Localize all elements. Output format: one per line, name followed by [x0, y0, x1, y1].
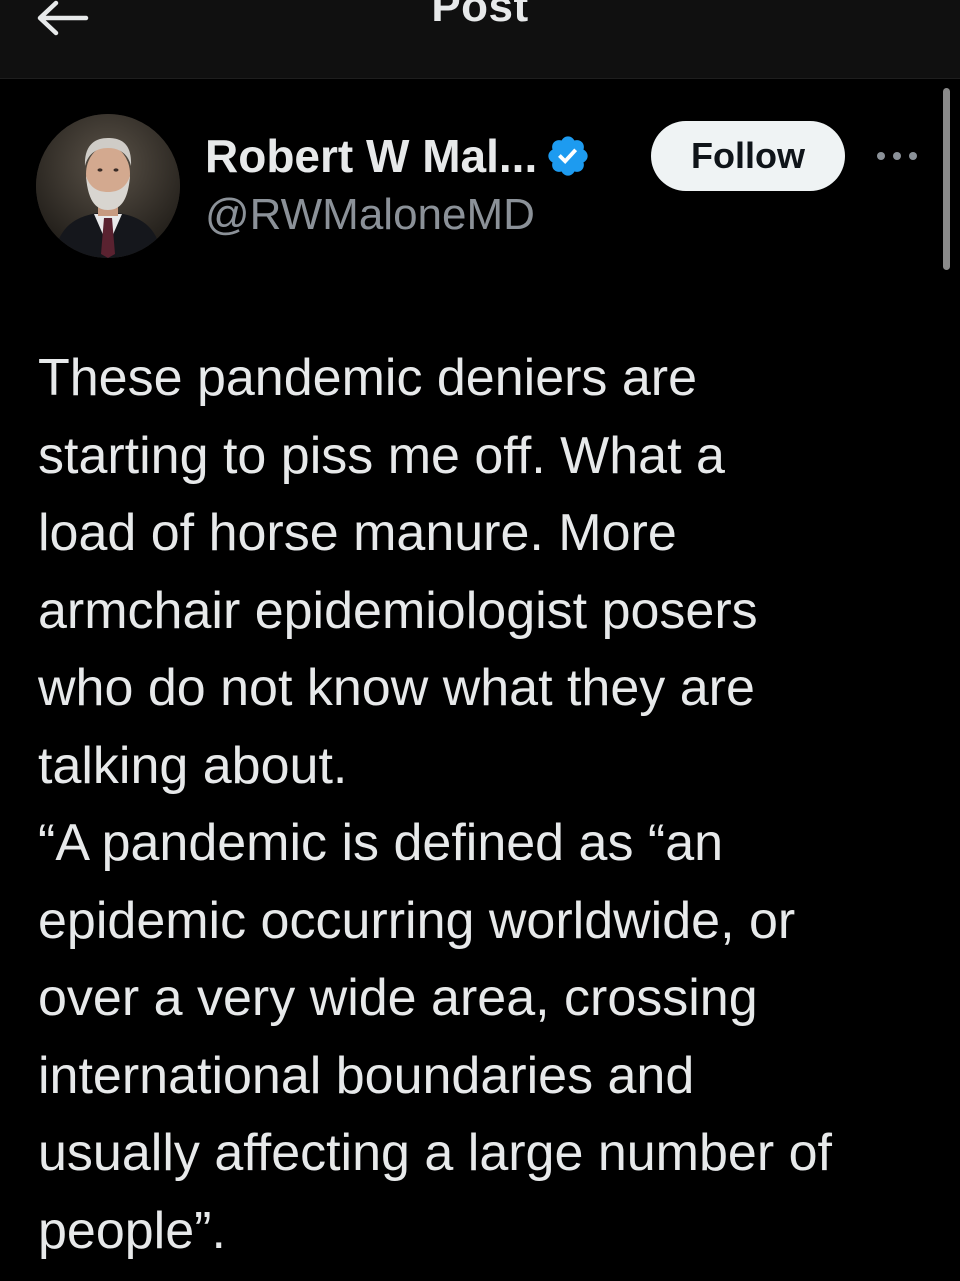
avatar-portrait [36, 114, 180, 258]
post-text-line: starting to piss me off. What a [38, 426, 725, 485]
post-text-line: These pandemic deniers are [38, 349, 698, 407]
follow-button[interactable]: Follow [651, 121, 845, 191]
post-text-line: armchair epidemiologist posers [38, 581, 758, 640]
post-text: These pandemic deniers are starting to p… [38, 340, 928, 1270]
author-handle[interactable]: @RWMaloneMD [205, 190, 535, 240]
more-options-button[interactable] [870, 136, 924, 176]
author-name[interactable]: Robert W Mal... [205, 129, 537, 183]
verified-badge-icon [548, 136, 588, 176]
top-bar: Post [0, 0, 960, 79]
avatar[interactable] [36, 114, 180, 258]
post-text-line: talking about. [38, 736, 348, 795]
author-name-row[interactable]: Robert W Mal... [205, 126, 591, 186]
scrollbar[interactable] [943, 88, 950, 270]
more-options-icon [877, 152, 917, 160]
post-text-line: load of horse manure. More [38, 504, 677, 562]
post-text-line: who do not know what they are [38, 659, 755, 717]
post-text-line: over a very wide area, crossing [38, 969, 758, 1027]
post-text-line: international boundaries and [38, 1046, 695, 1105]
page-title: Post [431, 0, 529, 31]
post-text-line: people”. [38, 1201, 226, 1260]
post-text-line: “A pandemic is defined as “an [38, 814, 724, 872]
post-text-line: usually affecting a large number of [38, 1124, 832, 1182]
post-text-line: epidemic occurring worldwide, or [38, 891, 796, 950]
